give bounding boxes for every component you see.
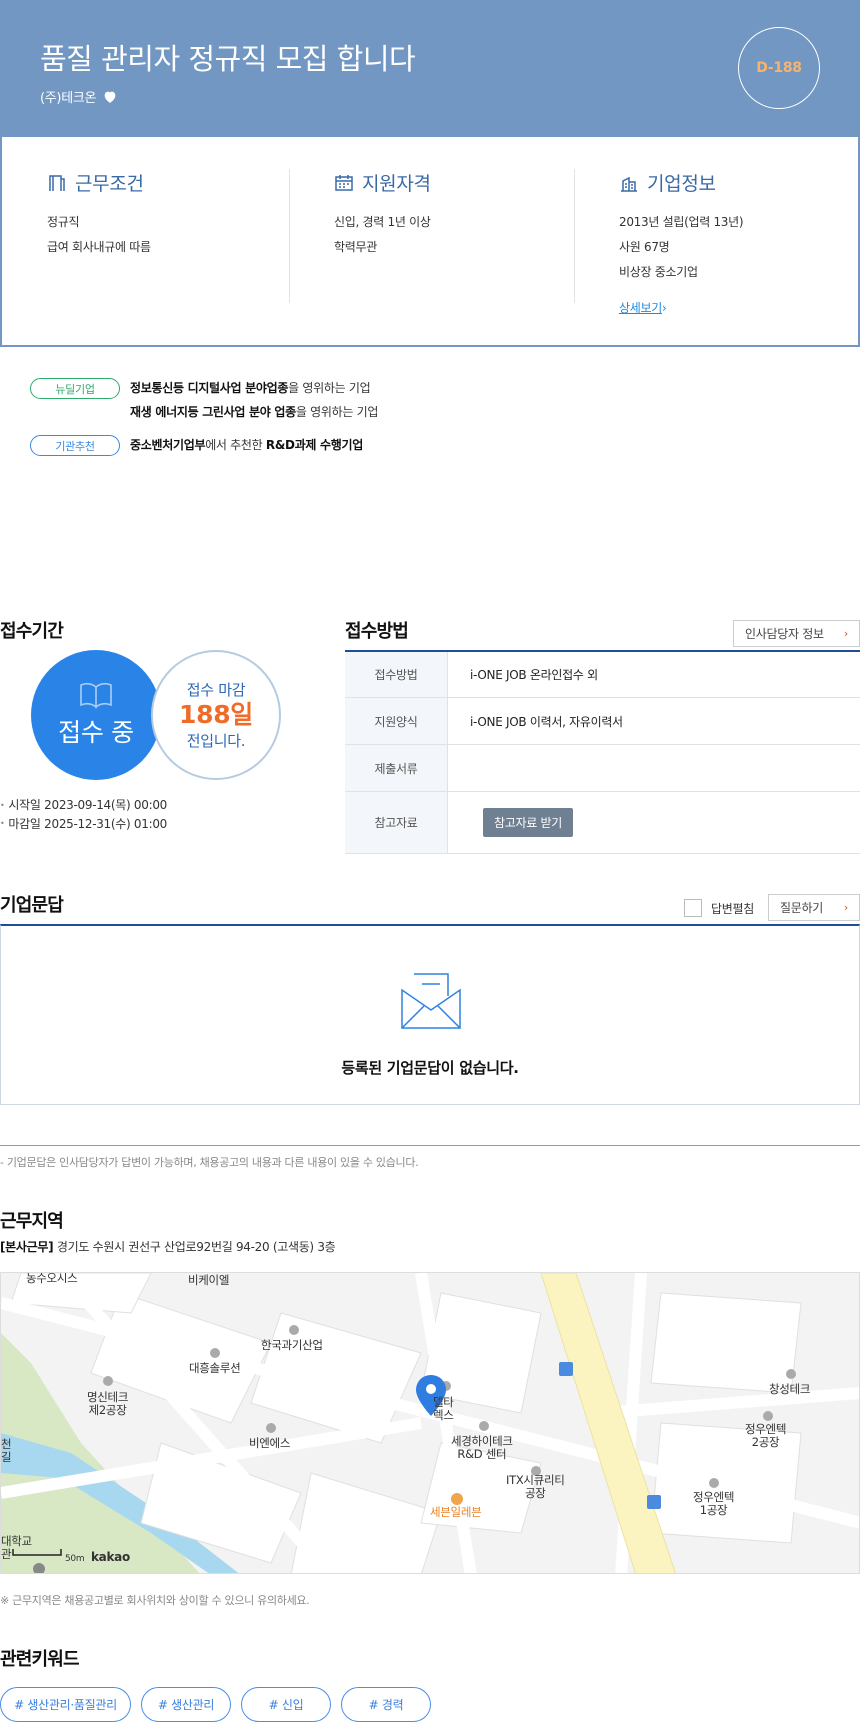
map-poi: 비케이엘 [188,1273,230,1287]
table-row: 제출서류 [345,745,860,792]
expand-answers-checkbox[interactable] [684,899,702,917]
company-detail-link[interactable]: 상세보기 [619,299,662,316]
deadline-suffix: 전입니다. [186,732,246,750]
map-poi: ITX시큐리티 공장 [506,1473,565,1500]
divider [0,1145,860,1146]
qualification-1: 신입, 경력 1년 이상 [334,215,431,229]
dday-badge: D-188 [738,27,820,109]
table-row: 접수방법 i-ONE JOB 온라인접수 외 [345,652,860,698]
qna-title: 기업문답 [0,895,64,916]
company-type: 비상장 중소기업 [619,265,698,279]
company-name-row: (주)테크온 [40,87,118,106]
expand-answers-label[interactable]: 답변펼침 [711,900,754,917]
job-title: 품질 관리자 정규직 모집 합니다 [40,42,416,76]
company-employees: 사원 67명 [619,240,670,254]
book-icon [80,682,112,709]
keywords-title: 관련키워드 [0,1649,80,1670]
deadline-days: 188일 [179,700,253,729]
deadline-label: 접수 마감 [186,681,246,699]
agency-text: 중소벤처기업부에서 추천한 R&D과제 수행기업 [130,438,364,452]
table-row: 참고자료 참고자료 받기 [345,792,860,854]
company-founded: 2013년 설립(업력 13년) [619,215,744,229]
map-poi: 정우엔텍 1공장 [693,1490,735,1517]
map-poi: 세븐일레븐 [430,1505,482,1519]
table-row: 지원양식 i-ONE JOB 이력서, 자유이력서 [345,698,860,745]
summary-box: 근무조건 정규직 급여 회사내규에 따름 지원자격 신입, 경력 1년 이상 학… [0,137,860,347]
period-title: 접수기간 [0,621,64,642]
map-note: ※ 근무지역은 채용공고별로 회사위치와 상이할 수 있으니 유의하세요. [0,1594,310,1607]
map-poi: 명신테크 제2공장 [87,1390,129,1417]
qualifications-heading: 지원자격 [334,169,574,196]
newdeal-badge: 뉴딜기업 [30,378,120,399]
map-poi: 대학교 관 [1,1534,32,1561]
map-poi: 비엔에스 [249,1436,291,1450]
newdeal-text: 정보통신등 디지털사업 분야업종을 영위하는 기업 재생 에너지등 그린사업 분… [130,381,379,419]
calendar-icon [335,174,353,191]
job-header: 품질 관리자 정규직 모집 합니다 (주)테크온 D-188 [0,0,860,137]
end-date: 마감일 2025-12-31(수) 01:00 [0,815,167,834]
map-poi: 세경하이테크 R&D 센터 [451,1434,513,1461]
status-circle: 접수 중 [31,650,161,780]
location-map[interactable]: 농수오시스 비케이엘 한국과기산업 대흥솔루션 명신테크 제2공장 비엔에스 델타… [0,1272,860,1574]
qualification-2: 학력무관 [334,240,377,254]
chevron-right-icon: › [843,901,848,914]
map-brand-logo: kakao [91,1550,130,1564]
reference-download-button[interactable]: 참고자료 받기 [483,808,573,837]
keyword-list: # 생산관리·품질관리 # 생산관리 # 신입 # 경력 [0,1687,431,1722]
period-dates: 시작일 2023-09-14(목) 00:00 마감일 2025-12-31(수… [0,796,167,833]
mail-icon [401,973,461,1029]
company-info: 기업정보 2013년 설립(업력 13년) 사원 67명 비상장 중소기업 상세… [574,169,854,315]
map-canvas[interactable] [1,1273,860,1574]
hr-info-button[interactable]: 인사담당자 정보 › [733,620,860,647]
map-poi: 창성테크 [769,1382,811,1396]
company-name[interactable]: (주)테크온 [40,87,96,106]
agency-badge: 기관추천 [30,435,120,456]
keyword-tag[interactable]: # 신입 [241,1687,331,1722]
qualifications: 지원자격 신입, 경력 1년 이상 학력무관 [289,169,574,303]
keyword-tag[interactable]: # 경력 [341,1687,431,1722]
ask-question-button[interactable]: 질문하기 › [768,894,860,921]
map-poi: 델타 렉스 [433,1395,454,1422]
status-text: 접수 중 [58,718,134,747]
heart-icon[interactable] [102,89,118,105]
map-scale: 50m [65,1554,85,1564]
work-conditions: 근무조건 정규직 급여 회사내규에 따름 [47,169,287,303]
building-icon [621,176,637,192]
agency-row: 기관추천 중소벤처기업부에서 추천한 R&D과제 수행기업 [30,435,363,457]
map-poi: 대흥솔루션 [189,1361,241,1375]
location-title: 근무지역 [0,1211,64,1232]
map-poi: 농수오시스 [26,1272,78,1285]
qna-note: - 기업문답은 인사담당자가 답변이 가능하며, 채용공고의 내용과 다른 내용… [0,1156,419,1169]
map-poi: 천길 [1,1437,12,1464]
deadline-circle: 접수 마감 188일 전입니다. [151,650,281,780]
company-info-heading: 기업정보 [619,169,854,196]
keyword-tag[interactable]: # 생산관리 [141,1687,231,1722]
keyword-tag[interactable]: # 생산관리·품질관리 [0,1687,131,1722]
method-table: 접수방법 i-ONE JOB 온라인접수 외 지원양식 i-ONE JOB 이력… [345,650,860,854]
chevron-right-icon: › [661,301,667,315]
method-title: 접수방법 [345,621,409,642]
map-poi: 한국과기산업 [261,1338,323,1352]
work-address: [본사근무] 경기도 수원시 권선구 산업로92번길 94-20 (고색동) 3… [0,1240,336,1254]
start-date: 시작일 2023-09-14(목) 00:00 [0,796,167,815]
newdeal-row: 뉴딜기업 정보통신등 디지털사업 분야업종을 영위하는 기업 재생 에너지등 그… [30,378,378,424]
work-conditions-heading: 근무조건 [47,169,287,196]
work-condition-2: 급여 회사내규에 따름 [47,240,151,254]
map-poi: 정우엔텍 2공장 [745,1422,787,1449]
work-condition-1: 정규직 [47,215,80,229]
chevron-right-icon: › [843,627,848,640]
qna-empty-message: 등록된 기업문답이 없습니다. [341,1059,519,1077]
qna-box: 등록된 기업문답이 없습니다. [0,924,860,1105]
door-icon [49,174,65,191]
